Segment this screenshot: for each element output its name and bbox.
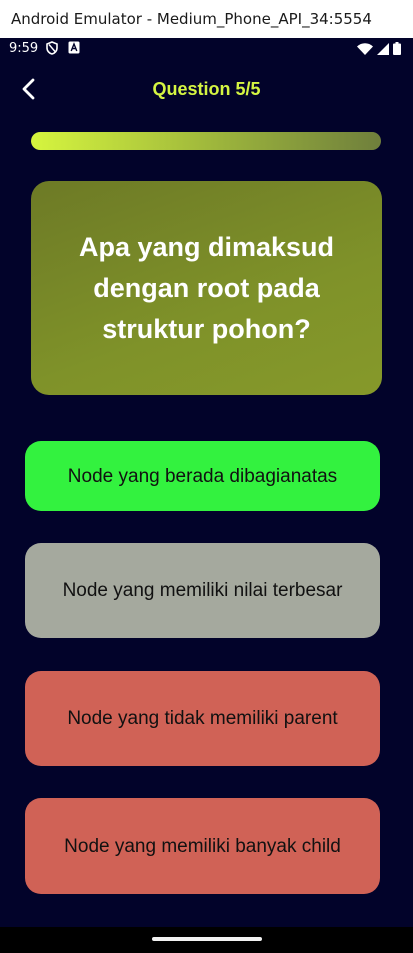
answer-option-label: Node yang berada dibagianatas xyxy=(67,465,338,487)
window-titlebar: Android Emulator - Medium_Phone_API_34:5… xyxy=(0,0,413,39)
answer-option-3[interactable]: Node yang tidak memiliki parent xyxy=(25,671,380,766)
wifi-icon xyxy=(357,42,373,60)
question-card: Apa yang dimaksud dengan root pada struk… xyxy=(31,181,382,395)
emulator-window: Android Emulator - Medium_Phone_API_34:5… xyxy=(0,0,413,953)
question-text: Apa yang dimaksud dengan root pada struk… xyxy=(78,231,335,344)
navigation-bar xyxy=(0,927,413,953)
shield-icon xyxy=(46,41,58,60)
answer-option-1[interactable]: Node yang berada dibagianatas xyxy=(25,441,380,511)
progress-fill xyxy=(31,132,381,150)
answer-option-2[interactable]: Node yang memiliki nilai terbesar xyxy=(25,543,380,638)
status-icons xyxy=(357,42,401,60)
status-bar: 9:59 xyxy=(0,38,413,60)
cell-signal-icon xyxy=(377,42,389,60)
battery-icon xyxy=(393,42,401,60)
page-title: Question 5/5 xyxy=(152,79,261,99)
phone-screen: 9:59 Question 5/5 Apa yang dimaksud deng… xyxy=(0,38,413,953)
answer-option-label: Node yang memiliki nilai terbesar xyxy=(62,580,343,601)
answer-option-4[interactable]: Node yang memiliki banyak child xyxy=(25,798,380,894)
home-gesture-handle[interactable] xyxy=(152,937,262,941)
keyboard-a-icon xyxy=(68,41,80,59)
answer-option-label: Node yang memiliki banyak child xyxy=(64,835,341,857)
window-title: Android Emulator - Medium_Phone_API_34:5… xyxy=(11,10,372,28)
progress-bar xyxy=(31,132,381,150)
status-time: 9:59 xyxy=(9,41,39,56)
answer-option-label: Node yang tidak memiliki parent xyxy=(67,708,338,729)
